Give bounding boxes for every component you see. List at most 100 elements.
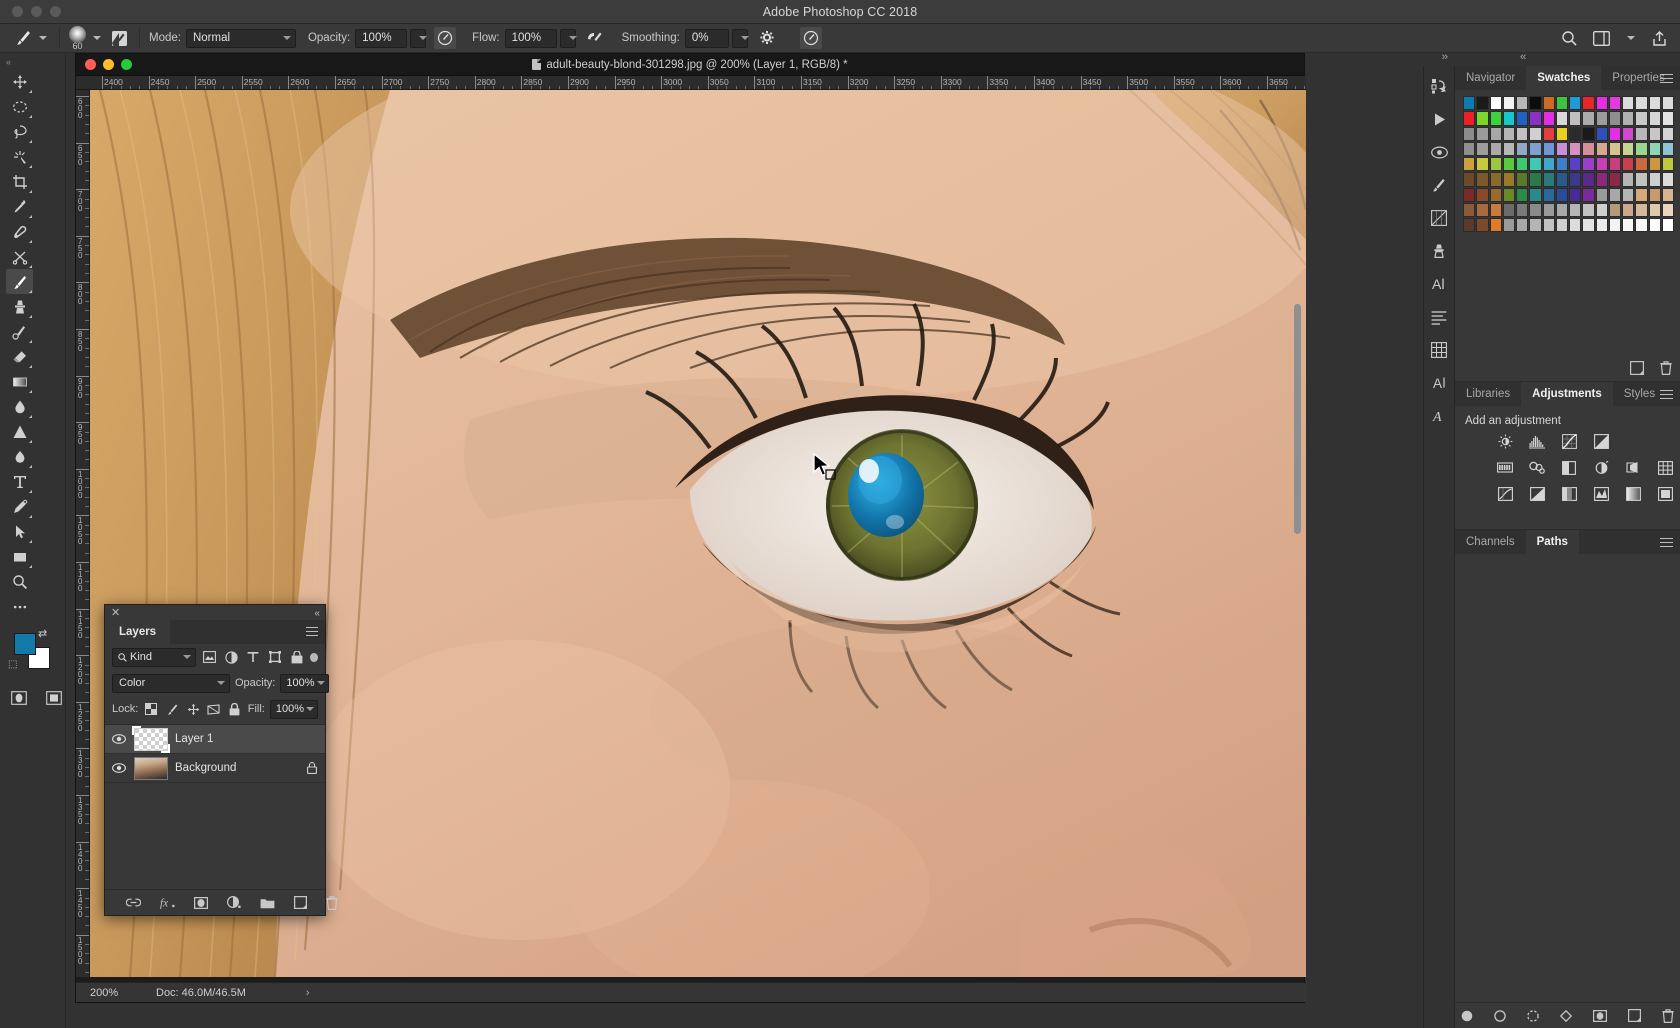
close-icon[interactable]: ✕: [111, 608, 120, 619]
color-swatch[interactable]: [1476, 157, 1488, 171]
color-swatch[interactable]: [1609, 188, 1621, 202]
color-swatch[interactable]: [1582, 172, 1594, 186]
color-swatch[interactable]: [1463, 203, 1475, 217]
color-swatch[interactable]: [1582, 203, 1594, 217]
layer-thumbnail[interactable]: [134, 728, 168, 751]
color-swatch[interactable]: [1463, 96, 1475, 110]
opacity-dropdown[interactable]: [410, 29, 426, 48]
tone-curve-icon[interactable]: [1428, 208, 1450, 228]
sidebar-item-quick-selection-tool[interactable]: [6, 144, 33, 169]
color-swatch[interactable]: [1463, 188, 1475, 202]
black-white-icon[interactable]: [1593, 460, 1609, 475]
new-group-icon[interactable]: [260, 895, 275, 910]
color-swatch[interactable]: [1543, 96, 1555, 110]
color-swatch[interactable]: [1596, 203, 1608, 217]
color-swatch[interactable]: [1622, 203, 1634, 217]
load-selection-icon[interactable]: [1527, 1010, 1539, 1022]
lock-all-icon[interactable]: [227, 700, 243, 718]
blend-mode-control[interactable]: Mode: Normal: [149, 27, 296, 49]
tab-libraries[interactable]: Libraries: [1455, 382, 1521, 406]
color-swatch[interactable]: [1463, 172, 1475, 186]
panel-menu-icon[interactable]: [1660, 538, 1673, 550]
curves-icon[interactable]: [1561, 434, 1577, 449]
smoothing-control[interactable]: Smoothing: 0%: [622, 27, 748, 49]
color-swatch[interactable]: [1569, 142, 1581, 156]
blend-mode-select[interactable]: Color: [112, 674, 230, 693]
color-swatch[interactable]: [1476, 203, 1488, 217]
sidebar-item-move-tool[interactable]: [6, 69, 33, 94]
color-swatch[interactable]: [1609, 127, 1621, 141]
pixel-filter-icon[interactable]: [201, 648, 218, 667]
color-swatch[interactable]: [1662, 127, 1674, 141]
history-icon[interactable]: [1428, 76, 1450, 96]
sidebar-item-clone-stamp-tool[interactable]: [6, 294, 33, 319]
tab-adjustments[interactable]: Adjustments: [1521, 382, 1613, 406]
mode-select[interactable]: Normal: [186, 29, 296, 48]
share-button[interactable]: [1648, 27, 1670, 49]
color-swatch[interactable]: [1662, 218, 1674, 232]
brush-preset-picker[interactable]: 60: [69, 27, 104, 49]
table-row[interactable]: Background: [105, 754, 325, 783]
color-swatch[interactable]: [1476, 127, 1488, 141]
paragraph-styles-icon[interactable]: A: [1428, 406, 1450, 426]
channel-mixer-icon[interactable]: [1657, 460, 1673, 475]
color-swatch[interactable]: [1569, 172, 1581, 186]
smoothing-input[interactable]: 0%: [685, 29, 729, 48]
sidebar-item-eyedropper-tool[interactable]: [6, 194, 33, 219]
pressure-opacity-button[interactable]: [434, 27, 456, 49]
color-swatch[interactable]: [1476, 218, 1488, 232]
color-swatch[interactable]: [1503, 96, 1515, 110]
color-swatch[interactable]: [1556, 157, 1568, 171]
color-swatch[interactable]: [1543, 188, 1555, 202]
color-swatch[interactable]: [1543, 218, 1555, 232]
layer-style-fx-icon[interactable]: fx: [160, 895, 175, 910]
layer-thumbnail[interactable]: [134, 757, 168, 780]
levels-icon[interactable]: [1529, 434, 1545, 449]
color-swatch[interactable]: [1622, 218, 1634, 232]
color-swatch[interactable]: [1622, 111, 1634, 125]
color-swatch[interactable]: [1662, 142, 1674, 156]
color-swatch[interactable]: [1529, 96, 1541, 110]
color-swatch[interactable]: [1662, 188, 1674, 202]
color-swatch[interactable]: [1516, 127, 1528, 141]
color-swatch[interactable]: [1490, 157, 1502, 171]
panel-menu-icon[interactable]: [306, 627, 318, 639]
tab-swatches[interactable]: Swatches: [1526, 66, 1601, 90]
color-swatch[interactable]: [1463, 142, 1475, 156]
tab-layers[interactable]: Layers: [105, 620, 170, 644]
color-swatch[interactable]: [1476, 96, 1488, 110]
color-swatch[interactable]: [1556, 172, 1568, 186]
new-layer-icon[interactable]: [294, 895, 307, 910]
color-swatch[interactable]: [1503, 203, 1515, 217]
fill-path-icon[interactable]: [1461, 1010, 1473, 1022]
delete-swatch-icon[interactable]: [1660, 361, 1672, 375]
tab-paths[interactable]: Paths: [1526, 530, 1579, 554]
color-swatch[interactable]: [1635, 142, 1647, 156]
filter-enable-toggle[interactable]: [310, 653, 318, 662]
sidebar-item-marquee-tool[interactable]: [6, 94, 33, 119]
flow-input[interactable]: 100%: [505, 29, 557, 48]
sidebar-item-history-brush-tool[interactable]: [6, 319, 33, 344]
color-swatch[interactable]: [1635, 188, 1647, 202]
color-swatch[interactable]: [1569, 111, 1581, 125]
panel-menu-icon[interactable]: [1660, 74, 1673, 86]
color-swatch[interactable]: [1516, 142, 1528, 156]
color-swatch[interactable]: [1516, 111, 1528, 125]
color-swatch[interactable]: [1596, 157, 1608, 171]
color-swatch[interactable]: [1609, 172, 1621, 186]
expand-right-icon[interactable]: ››: [1442, 51, 1447, 63]
selective-color-icon[interactable]: [1657, 486, 1673, 501]
color-swatch[interactable]: [1516, 172, 1528, 186]
color-swatch[interactable]: [1569, 188, 1581, 202]
type-filter-icon[interactable]: [245, 648, 262, 667]
color-swatch[interactable]: [1476, 172, 1488, 186]
color-swatch[interactable]: [1649, 188, 1661, 202]
flow-dropdown[interactable]: [560, 29, 576, 48]
airbrush-button[interactable]: [584, 27, 606, 49]
color-swatch[interactable]: [1543, 142, 1555, 156]
color-swatch[interactable]: [1609, 96, 1621, 110]
color-swatch[interactable]: [1503, 127, 1515, 141]
layer-visibility-icon[interactable]: [111, 734, 127, 744]
chevron-down-icon[interactable]: [1627, 36, 1635, 40]
color-swatch[interactable]: [1649, 127, 1661, 141]
